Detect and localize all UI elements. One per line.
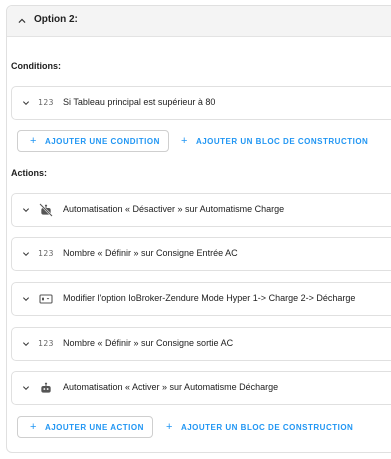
action-text: Nombre « Définir » sur Consigne Entrée A… [63,248,238,258]
number-123-icon: 123 [38,249,54,258]
chevron-down-icon[interactable] [20,97,32,109]
option-header[interactable]: Option 2: [7,6,391,37]
add-action-button[interactable]: + AJOUTER UNE ACTION [17,416,153,438]
add-condition-block-button[interactable]: + AJOUTER UN BLOC DE CONSTRUCTION [181,130,368,152]
plus-icon: + [181,135,188,147]
action-text: Modifier l'option IoBroker-Zendure Mode … [63,293,356,303]
chevron-down-icon[interactable] [20,293,32,305]
chevron-down-icon[interactable] [20,382,32,394]
add-condition-block-label: AJOUTER UN BLOC DE CONSTRUCTION [195,136,369,146]
action-text: Automatisation « Activer » sur Automatis… [63,382,279,392]
plus-icon: + [30,421,37,433]
plus-icon: + [166,421,173,433]
add-action-label: AJOUTER UNE ACTION [44,422,144,432]
chevron-down-icon[interactable] [20,204,32,216]
condition-row[interactable]: 123 Si Tableau principal est supérieur à… [11,86,391,120]
add-condition-button[interactable]: + AJOUTER UNE CONDITION [17,130,169,152]
chevron-down-icon[interactable] [20,248,32,260]
option-title: Option 2: [34,14,78,25]
action-row[interactable]: Automatisation « Désactiver » sur Automa… [11,193,391,227]
form-dropdown-icon [39,294,53,304]
action-row[interactable]: Modifier l'option IoBroker-Zendure Mode … [11,282,391,316]
plus-icon: + [30,135,37,147]
number-123-icon: 123 [38,98,54,107]
chevron-up-icon[interactable] [15,14,29,28]
add-action-block-button[interactable]: + AJOUTER UN BLOC DE CONSTRUCTION [166,416,353,438]
number-123-icon: 123 [38,339,54,348]
add-condition-label: AJOUTER UNE CONDITION [44,136,160,146]
add-action-block-label: AJOUTER UN BLOC DE CONSTRUCTION [180,422,354,432]
action-text: Nombre « Définir » sur Consigne sortie A… [63,338,234,348]
conditions-label: Conditions: [11,61,61,71]
actions-label: Actions: [11,168,47,178]
action-row[interactable]: 123 Nombre « Définir » sur Consigne sort… [11,327,391,361]
condition-text: Si Tableau principal est supérieur à 80 [63,97,216,107]
robot-icon [41,382,51,393]
action-row[interactable]: Automatisation « Activer » sur Automatis… [11,371,391,405]
robot-off-icon [39,203,53,217]
action-text: Automatisation « Désactiver » sur Automa… [63,204,285,214]
action-row[interactable]: 123 Nombre « Définir » sur Consigne Entr… [11,237,391,271]
chevron-down-icon[interactable] [20,338,32,350]
